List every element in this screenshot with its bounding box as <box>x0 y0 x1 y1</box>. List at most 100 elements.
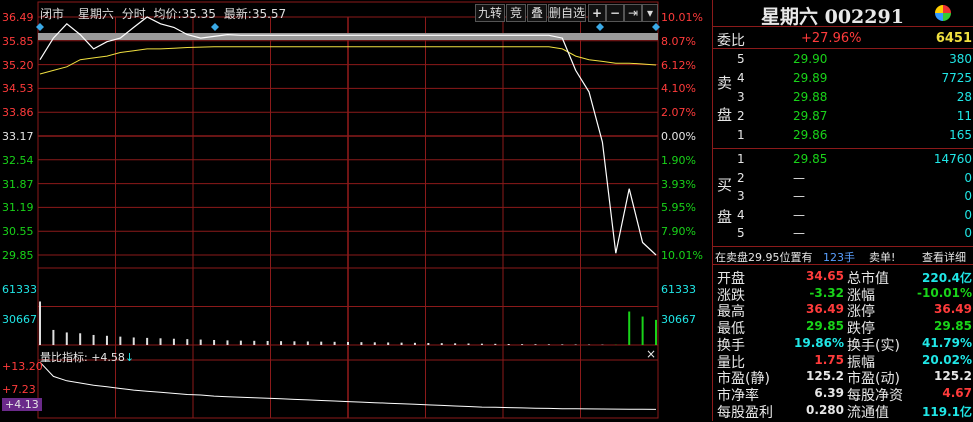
price-tick: 33.86 <box>2 106 34 119</box>
orderbook-row: 429.897725 <box>737 71 972 90</box>
chart-mode: 分时 <box>122 7 146 21</box>
volume-bar <box>213 340 215 345</box>
overlay-button[interactable]: 叠 <box>527 4 547 22</box>
orderbook-row: 4—0 <box>737 208 972 227</box>
weibi-pct: +27.96% <box>801 31 861 46</box>
volume-bar <box>548 344 550 345</box>
notice-text: 在卖盘29.95位置有 <box>715 249 813 265</box>
stat-value: 6.39 <box>814 386 844 400</box>
stat-value: 4.67 <box>942 386 972 400</box>
stat-value: 119.1亿 <box>922 403 972 420</box>
latest-label: 最新: <box>224 7 252 21</box>
volume-bar <box>160 338 162 345</box>
percent-tick: 4.10% <box>661 82 696 95</box>
volume-bar <box>79 333 81 345</box>
avg-value: 35.35 <box>182 7 216 21</box>
volume-bar <box>427 343 429 345</box>
stat-value: 1.75 <box>814 353 844 367</box>
volume-bar <box>93 335 95 345</box>
stat-value: 41.79% <box>922 336 972 350</box>
volume-bar <box>334 342 336 345</box>
percent-tick: 0.00% <box>661 130 696 143</box>
volume-bar <box>347 342 349 345</box>
jiuzhuan-button[interactable]: 九转 <box>475 4 505 22</box>
volume-bar <box>481 344 483 345</box>
pie-chart-icon[interactable] <box>935 5 951 21</box>
stat-value: 125.2 <box>934 369 972 383</box>
sell-label-2: 盘 <box>717 104 732 125</box>
indicator-arrow-icon[interactable]: ↓ <box>125 351 134 364</box>
percent-tick: 1.90% <box>661 154 696 167</box>
volume-bar <box>534 344 536 345</box>
percent-tick: 6.12% <box>661 59 696 72</box>
price-tick: 32.54 <box>2 154 34 167</box>
close-indicator-icon[interactable]: × <box>646 347 656 361</box>
stat-value: 29.85 <box>934 319 972 333</box>
percent-tick: 3.93% <box>661 178 696 191</box>
intraday-chart[interactable]: 闭市 星期六 分时 均价:35.35 最新:35.57 九转 竞 叠 删自选 +… <box>0 0 712 421</box>
volume-bar <box>280 341 282 345</box>
panel-title: 星期六 002291 <box>761 2 904 29</box>
order-volume: 380 <box>949 52 972 66</box>
stat-value: -3.32 <box>809 286 844 300</box>
order-price: — <box>793 226 805 240</box>
order-price: 29.89 <box>793 71 827 85</box>
quote-panel: 星期六 002291 委比 +27.96% 6451 卖 盘 529.90380… <box>712 0 973 421</box>
volume-bar <box>575 344 577 345</box>
percent-tick: 10.01% <box>661 11 703 24</box>
indicator-axis-mid: +7.23 <box>2 383 36 396</box>
volume-axis-right-mid: 30667 <box>661 313 696 326</box>
chart-menu-button[interactable]: ▾ <box>642 4 658 22</box>
level-num: 4 <box>737 71 745 85</box>
volume-bar <box>441 343 443 345</box>
avg-label: 均价: <box>154 7 182 21</box>
stat-value: 220.4亿 <box>922 269 972 286</box>
volume-bar <box>293 341 295 345</box>
order-volume: 28 <box>957 90 972 104</box>
volume-bar <box>66 332 68 345</box>
zoom-out-button[interactable]: − <box>606 4 624 22</box>
order-price: 29.86 <box>793 128 827 142</box>
volume-bar <box>253 341 255 345</box>
orderbook-row: 229.8711 <box>737 109 972 128</box>
stat-value: 36.49 <box>934 302 972 316</box>
order-price: — <box>793 208 805 222</box>
orderbook-row: 329.8828 <box>737 90 972 109</box>
orderbook-row: 2—0 <box>737 171 972 190</box>
volume-bar <box>320 342 322 345</box>
delete-watchlist-button[interactable]: 删自选 <box>548 4 586 22</box>
buy-label-2: 盘 <box>717 206 732 227</box>
level-num: 3 <box>737 189 745 203</box>
order-volume: 14760 <box>934 152 972 166</box>
order-price: 29.87 <box>793 109 827 123</box>
price-tick: 29.85 <box>2 249 34 262</box>
level-num: 2 <box>737 171 745 185</box>
volume-bar <box>642 317 644 345</box>
event-marker-icon <box>36 23 44 31</box>
order-volume: 0 <box>964 226 972 240</box>
zoom-in-button[interactable]: + <box>588 4 606 22</box>
sell-label-1: 卖 <box>717 72 732 93</box>
volume-bar <box>119 337 121 345</box>
price-tick: 31.19 <box>2 201 34 214</box>
level-num: 1 <box>737 128 745 142</box>
price-tick: 36.49 <box>2 11 34 24</box>
volume-bar <box>200 340 202 345</box>
skip-end-button[interactable]: ⇥ <box>624 4 642 22</box>
volume-bar <box>226 340 228 345</box>
order-volume: 0 <box>964 189 972 203</box>
stat-label: 每股盈利 <box>717 402 773 422</box>
volume-bar <box>307 341 309 345</box>
notice-action: 卖单! <box>869 249 895 265</box>
weibi-label: 委比 <box>717 30 745 50</box>
order-volume: 0 <box>964 208 972 222</box>
level-num: 5 <box>737 52 745 66</box>
order-price: — <box>793 171 805 185</box>
event-marker-icon <box>596 23 604 31</box>
view-details-link[interactable]: 查看详细 <box>922 249 966 265</box>
buy-label-1: 买 <box>717 174 732 195</box>
orderbook-row: 529.90380 <box>737 52 972 71</box>
percent-tick: 5.95% <box>661 201 696 214</box>
jing-button[interactable]: 竞 <box>506 4 526 22</box>
market-status: 闭市 <box>40 7 64 21</box>
